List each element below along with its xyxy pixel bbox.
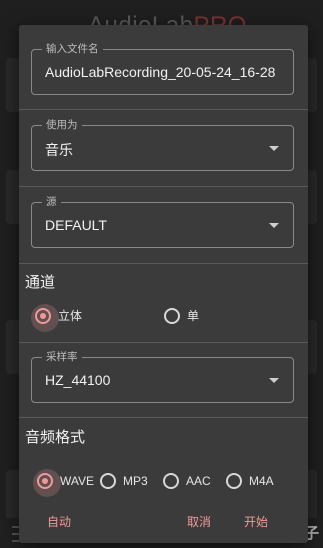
source-value: DEFAULT	[45, 217, 107, 233]
radio-label: M4A	[249, 474, 274, 488]
audio-format-heading: 音频格式	[25, 428, 86, 446]
radio-label: 立体	[58, 309, 83, 323]
use-as-dropdown[interactable]: 使用为 音乐	[31, 118, 294, 171]
start-button[interactable]: 开始	[240, 511, 272, 532]
use-as-section: 使用为 音乐	[19, 109, 308, 187]
chevron-down-icon	[269, 146, 279, 151]
sample-rate-label: 采样率	[42, 350, 82, 364]
radio-unchecked-icon	[100, 473, 116, 489]
chevron-down-icon	[269, 378, 279, 383]
format-mp3-radio[interactable]: MP3	[100, 473, 148, 489]
radio-label: WAVE	[60, 474, 95, 488]
sample-rate-dropdown[interactable]: 采样率 HZ_44100	[31, 350, 294, 403]
use-as-value: 音乐	[45, 142, 73, 158]
chevron-down-icon	[269, 223, 279, 228]
sample-rate-section: 采样率 HZ_44100	[19, 342, 308, 418]
radio-unchecked-icon	[163, 473, 179, 489]
source-label: 源	[42, 195, 61, 209]
channel-section: 通道 立体 单	[19, 263, 308, 343]
radio-checked-icon	[33, 469, 61, 497]
filename-label: 输入文件名	[42, 42, 103, 56]
source-dropdown[interactable]: 源 DEFAULT	[31, 195, 294, 248]
filename-value: AudioLabRecording_20-05-24_16-28	[45, 64, 276, 80]
filename-section: 输入文件名 AudioLabRecording_20-05-24_16-28	[19, 25, 308, 110]
radio-label: 单	[187, 309, 200, 323]
format-wave-radio[interactable]: WAVE	[33, 469, 95, 497]
radio-label: AAC	[186, 474, 211, 488]
source-section: 源 DEFAULT	[19, 186, 308, 264]
radio-label: MP3	[123, 474, 148, 488]
channel-mono-radio[interactable]: 单	[164, 307, 199, 324]
channel-heading: 通道	[25, 273, 56, 291]
auto-button[interactable]: 自动	[43, 511, 75, 532]
radio-checked-icon	[31, 303, 59, 332]
channel-stereo-radio[interactable]: 立体	[31, 303, 83, 332]
radio-unchecked-icon	[226, 473, 242, 489]
format-m4a-radio[interactable]: M4A	[226, 473, 274, 489]
format-aac-radio[interactable]: AAC	[163, 473, 211, 489]
filename-input[interactable]: 输入文件名 AudioLabRecording_20-05-24_16-28	[31, 42, 294, 95]
save-recording-dialog: 输入文件名 AudioLabRecording_20-05-24_16-28 使…	[19, 25, 308, 543]
cancel-button[interactable]: 取消	[183, 511, 215, 532]
sample-rate-value: HZ_44100	[45, 372, 111, 388]
radio-unchecked-icon	[164, 307, 180, 324]
use-as-label: 使用为	[42, 118, 82, 132]
